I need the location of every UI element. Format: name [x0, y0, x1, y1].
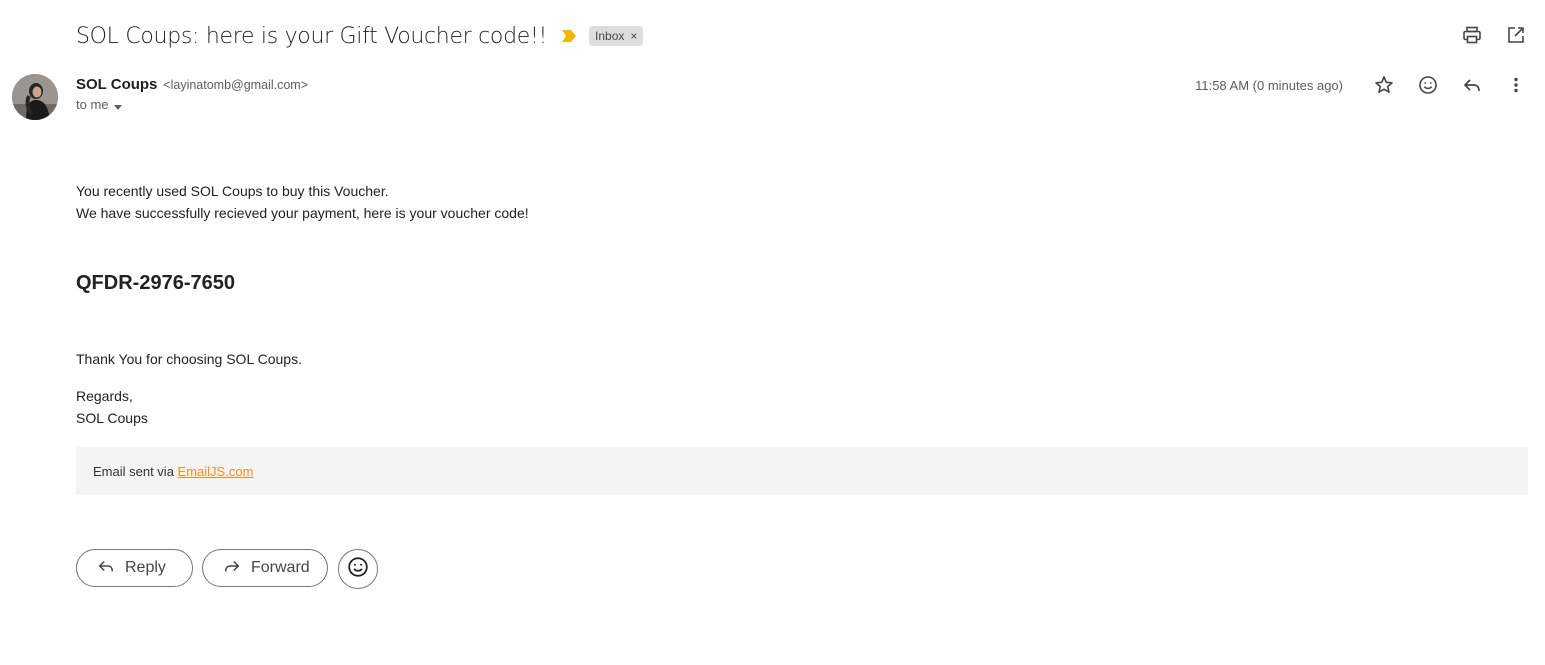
open-in-new-window-icon[interactable]: [1505, 24, 1527, 46]
inbox-label-chip[interactable]: Inbox ×: [589, 26, 644, 46]
forward-button[interactable]: Forward: [202, 549, 328, 587]
reply-arrow-icon: [97, 557, 115, 580]
sender-avatar[interactable]: [12, 74, 58, 120]
voucher-code: QFDR-2976-7650: [76, 272, 235, 294]
sender-email: <layinatomb@gmail.com>: [163, 78, 308, 92]
more-options-icon[interactable]: [1505, 74, 1527, 96]
reply-button[interactable]: Reply: [76, 549, 193, 587]
email-footer: Email sent via EmailJS.com: [76, 447, 1528, 495]
sender-name[interactable]: SOL Coups: [76, 76, 157, 93]
emoji-icon: [347, 556, 369, 583]
body-line-1: You recently used SOL Coups to buy this …: [76, 183, 389, 199]
subject-row: SOL Coups: here is your Gift Voucher cod…: [76, 20, 644, 52]
print-icon[interactable]: [1461, 24, 1483, 46]
email-subject: SOL Coups: here is your Gift Voucher cod…: [76, 23, 548, 49]
message-timestamp: 11:58 AM (0 minutes ago): [1195, 77, 1343, 93]
star-icon[interactable]: [1373, 74, 1395, 96]
reply-icon[interactable]: [1461, 74, 1483, 96]
header-actions: [1461, 24, 1527, 46]
emoji-reaction-icon[interactable]: [1417, 74, 1439, 96]
sender-info: SOL Coups <layinatomb@gmail.com> to me: [76, 76, 308, 112]
importance-marker-icon[interactable]: [561, 29, 577, 43]
footer-prefix: Email sent via: [93, 463, 178, 479]
inbox-label-text: Inbox: [595, 29, 625, 43]
signature-line: SOL Coups: [76, 410, 148, 426]
regards-line: Regards,: [76, 388, 133, 404]
footer-text: Email sent via EmailJS.com: [93, 464, 253, 479]
to-me-label: to me: [76, 97, 109, 112]
add-reaction-button[interactable]: [338, 549, 378, 589]
emailjs-link[interactable]: EmailJS.com: [178, 464, 254, 479]
body-line-2: We have successfully recieved your payme…: [76, 205, 529, 221]
thanks-line: Thank You for choosing SOL Coups.: [76, 351, 302, 367]
remove-label-button[interactable]: ×: [630, 29, 637, 43]
show-details-caret-icon[interactable]: [113, 100, 123, 110]
message-meta: 11:58 AM (0 minutes ago): [1195, 74, 1527, 96]
message-actions: Reply Forward: [76, 549, 378, 589]
reply-button-label: Reply: [125, 559, 166, 576]
recipients-line: to me: [76, 97, 308, 112]
message-body: You recently used SOL Coups to buy this …: [76, 180, 1528, 429]
email-view: SOL Coups: here is your Gift Voucher cod…: [0, 0, 1545, 665]
forward-button-label: Forward: [251, 559, 310, 576]
forward-arrow-icon: [223, 557, 241, 580]
